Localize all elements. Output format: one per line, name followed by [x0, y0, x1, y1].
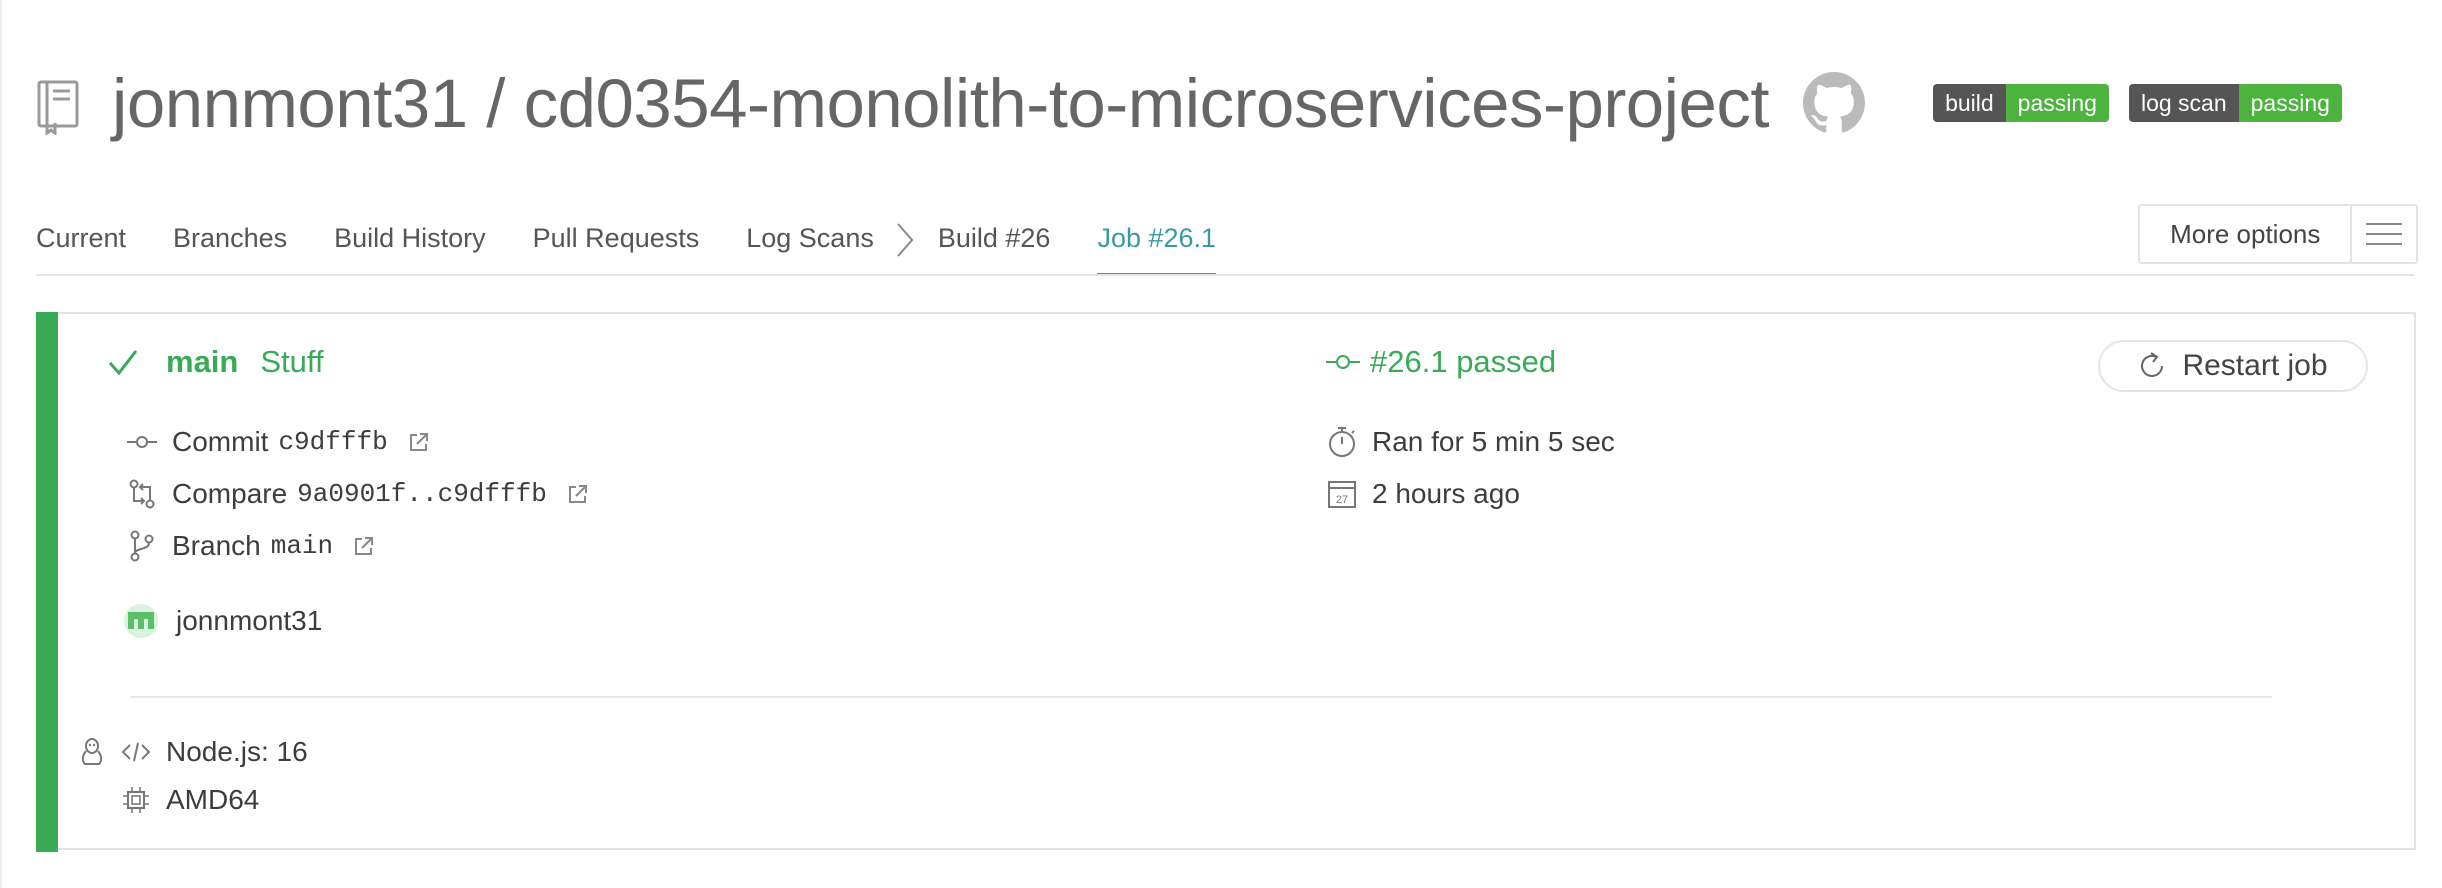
left-edge-rule: [0, 0, 2, 888]
job-state: #26.1 passed: [1326, 344, 1556, 380]
external-link-icon[interactable]: [353, 535, 375, 557]
restart-job-button[interactable]: Restart job: [2098, 340, 2368, 392]
commit-icon: [126, 426, 158, 458]
tab-pull-requests[interactable]: Pull Requests: [533, 212, 700, 276]
tab-job[interactable]: Job #26.1: [1097, 212, 1217, 276]
external-link-icon[interactable]: [567, 483, 589, 505]
repo-title[interactable]: jonnmont31 / cd0354-monolith-to-microser…: [112, 64, 1770, 143]
branch-label: Branch: [172, 530, 261, 561]
more-options-label: More options: [2140, 206, 2353, 262]
badge-label: build: [1933, 84, 2006, 122]
build-status-badge[interactable]: build passing: [1933, 84, 2109, 122]
linux-icon: [76, 736, 108, 768]
job-summary-card: main Stuff #26.1 passed Restart job Comm…: [36, 312, 2416, 852]
badge-label: log scan: [2128, 84, 2239, 122]
card-divider: [130, 696, 2272, 698]
commit-icon: [1326, 355, 1360, 369]
repo-icon: [37, 80, 79, 135]
compare-row: Compare 9a0901f..c9dfffb: [126, 478, 589, 510]
avatar: [124, 604, 158, 638]
job-state-label[interactable]: #26.1 passed: [1370, 344, 1556, 380]
finished-text: 2 hours ago: [1372, 478, 1520, 509]
finished-row: 27 2 hours ago: [1326, 478, 1520, 510]
tab-current[interactable]: Current: [36, 212, 126, 276]
arch-row: AMD64: [120, 784, 259, 816]
branch-name[interactable]: main: [166, 344, 238, 380]
external-link-icon[interactable]: [408, 431, 430, 453]
more-options-button[interactable]: More options: [2138, 204, 2418, 264]
commit-sha[interactable]: c9dfffb: [278, 427, 387, 457]
duration-row: Ran for 5 min 5 sec: [1326, 426, 1615, 458]
branch-row: Branch main: [126, 530, 375, 562]
commit-message: Stuff: [260, 344, 324, 379]
tab-build-history[interactable]: Build History: [334, 212, 486, 276]
compare-label: Compare: [172, 478, 288, 509]
log-scan-badge[interactable]: log scan passing: [2128, 84, 2342, 122]
calendar-day: 27: [1336, 494, 1348, 506]
author-row: jonnmont31: [124, 604, 322, 638]
commit-label: Commit: [172, 426, 269, 457]
job-status-row: main Stuff: [108, 344, 324, 380]
compare-icon: [126, 478, 158, 510]
commit-row: Commit c9dfffb: [126, 426, 430, 458]
restart-job-label: Restart job: [2182, 349, 2328, 382]
tab-branches[interactable]: Branches: [173, 212, 287, 276]
check-icon: [108, 350, 138, 376]
author-name[interactable]: jonnmont31: [176, 605, 322, 637]
branch-value[interactable]: main: [271, 531, 333, 561]
duration-text: Ran for 5 min 5 sec: [1372, 426, 1615, 457]
badge-value: passing: [2005, 84, 2109, 122]
language-row: Node.js: 16: [76, 736, 308, 768]
status-stripe: [36, 312, 58, 852]
github-icon[interactable]: [1803, 72, 1866, 134]
repo-header: jonnmont31 / cd0354-monolith-to-microser…: [36, 58, 2342, 148]
calendar-icon: 27: [1326, 478, 1358, 510]
tabs-divider: [36, 274, 2414, 276]
architecture: AMD64: [166, 784, 260, 815]
hamburger-icon[interactable]: [2352, 221, 2416, 247]
repo-tabs: Current Branches Build History Pull Requ…: [36, 212, 1263, 276]
stopwatch-icon: [1326, 426, 1358, 458]
tab-build[interactable]: Build #26: [938, 212, 1051, 276]
code-icon: [120, 736, 152, 768]
compare-range[interactable]: 9a0901f..c9dfffb: [297, 479, 547, 509]
branch-icon: [126, 530, 158, 562]
tab-log-scans[interactable]: Log Scans: [746, 212, 874, 276]
chevron-right-icon: [897, 223, 914, 257]
cpu-icon: [120, 784, 152, 816]
restart-icon: [2141, 352, 2164, 377]
language-version: Node.js: 16: [166, 736, 308, 767]
badge-value: passing: [2238, 84, 2342, 122]
